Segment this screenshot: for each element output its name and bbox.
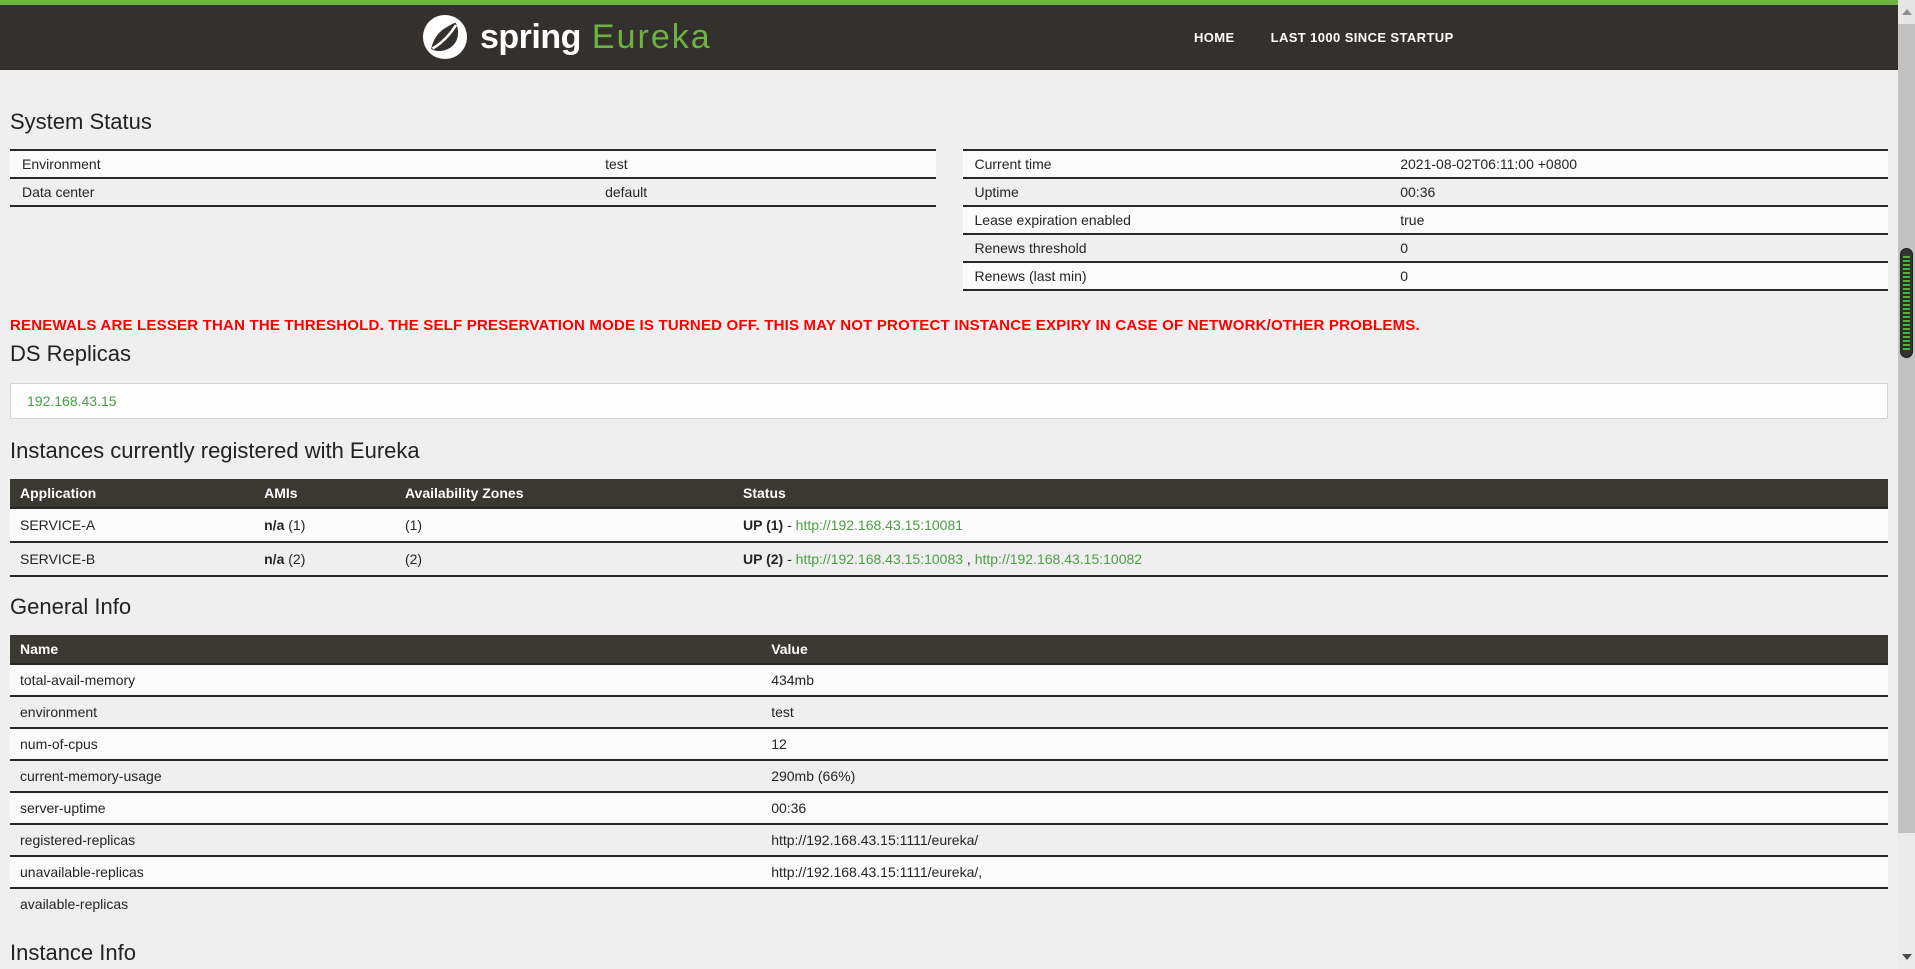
table-row: available-replicas [10,888,1888,919]
kv-value: true [1400,212,1425,228]
info-value [761,888,1888,919]
table-row: Current time 2021-08-02T06:11:00 +0800 [962,150,1888,178]
column-header-name: Name [10,635,762,664]
main-content: System Status Environment test Data cent… [0,110,1915,965]
info-value: http://192.168.43.15:1111/eureka/, [771,864,983,880]
system-status-heading: System Status [10,109,152,134]
zones-cell: (1) [404,517,423,533]
instances-table: Application AMIs Availability Zones Stat… [10,479,1888,577]
scrollbar-track[interactable] [1898,24,1915,833]
table-header-row: Application AMIs Availability Zones Stat… [10,479,1888,508]
system-status-right-table: Current time 2021-08-02T06:11:00 +0800 U… [962,149,1888,291]
kv-label: Renews (last min) [974,268,1087,284]
system-status-left-table: Environment test Data center default [10,149,936,207]
brand-text-spring: spring [480,17,581,56]
table-row: Uptime 00:36 [962,178,1888,206]
info-name: environment [20,704,98,720]
brand-text-eureka: Eureka [591,17,712,56]
info-value: test [771,704,794,720]
column-header-value: Value [761,635,1888,664]
table-row: Renews threshold 0 [962,234,1888,262]
general-info-heading: General Info [10,594,132,619]
info-name: current-memory-usage [20,768,162,784]
table-row: num-of-cpus 12 [10,728,1888,760]
amis-cell: n/a (1) [264,517,306,533]
info-value: 00:36 [771,800,807,816]
vertical-scrollbar[interactable] [1898,0,1915,969]
table-row: SERVICE-B n/a (2) (2) UP (2) - http://19… [10,542,1888,576]
self-preservation-warning: RENEWALS ARE LESSER THAN THE THRESHOLD. … [10,317,1420,334]
info-name: available-replicas [20,896,129,912]
table-row: SERVICE-A n/a (1) (1) UP (1) - http://19… [10,508,1888,542]
triangle-up-icon [1901,9,1912,15]
table-row: Renews (last min) 0 [962,262,1888,290]
table-header-row: Name Value [10,635,1888,664]
column-header-amis: AMIs [254,479,395,508]
instance-info-heading: Instance Info [10,940,136,965]
info-value: 434mb [771,672,814,688]
instance-link[interactable]: http://192.168.43.15:10083 [796,551,963,567]
info-name: unavailable-replicas [20,864,144,880]
scrollbar-thumb-stripes [1903,256,1910,350]
ds-replicas-box: 192.168.43.15 [10,383,1888,419]
application-cell: SERVICE-B [20,551,96,567]
kv-value: 0 [1400,240,1409,256]
status-cell: UP (2) - http://192.168.43.15:10083 , ht… [743,551,1143,567]
table-row: total-avail-memory 434mb [10,664,1888,696]
instance-link[interactable]: http://192.168.43.15:10082 [975,551,1142,567]
instance-link[interactable]: http://192.168.43.15:10081 [796,517,963,533]
table-row: environment test [10,696,1888,728]
column-header-availability-zones: Availability Zones [394,479,733,508]
kv-value: test [605,156,628,172]
table-row: Environment test [10,150,936,178]
info-name: num-of-cpus [20,736,98,752]
kv-label: Current time [974,156,1052,172]
table-row: Lease expiration enabled true [962,206,1888,234]
spring-leaf-icon [422,14,468,60]
scrollbar-thumb[interactable] [1900,248,1913,358]
kv-label: Renews threshold [974,240,1087,256]
general-info-table: Name Value total-avail-memory 434mb envi… [10,635,1888,919]
triangle-down-icon [1901,954,1912,960]
amis-cell: n/a (2) [264,551,306,567]
table-row: current-memory-usage 290mb (66%) [10,760,1888,792]
kv-label: Data center [22,184,95,200]
info-name: total-avail-memory [20,672,136,688]
kv-value: 2021-08-02T06:11:00 +0800 [1400,156,1578,172]
info-name: registered-replicas [20,832,136,848]
table-row: Data center default [10,178,936,206]
ds-replica-link[interactable]: 192.168.43.15 [27,393,117,409]
ds-replicas-heading: DS Replicas [10,341,132,366]
zones-cell: (2) [404,551,423,567]
info-value: http://192.168.43.15:1111/eureka/ [771,832,979,848]
table-row: server-uptime 00:36 [10,792,1888,824]
table-row: registered-replicas http://192.168.43.15… [10,824,1888,856]
kv-label: Uptime [974,184,1019,200]
nav-link-home[interactable]: HOME [1194,30,1235,45]
system-status-tables: Environment test Data center default Cur… [10,149,1888,291]
scroll-down-button[interactable] [1898,945,1915,969]
column-header-status: Status [733,479,1888,508]
kv-value: 0 [1400,268,1409,284]
kv-value: 00:36 [1400,184,1436,200]
info-name: server-uptime [20,800,106,816]
info-value: 290mb (66%) [771,768,856,784]
nav-link-last-1000[interactable]: LAST 1000 SINCE STARTUP [1271,30,1454,45]
brand: spring Eureka [422,14,712,60]
table-row: unavailable-replicas http://192.168.43.1… [10,856,1888,888]
scroll-up-button[interactable] [1898,0,1915,24]
kv-label: Environment [22,156,101,172]
kv-value: default [605,184,648,200]
kv-label: Lease expiration enabled [974,212,1131,228]
column-header-application: Application [10,479,255,508]
top-navbar: spring Eureka HOME LAST 1000 SINCE START… [0,0,1915,70]
status-cell: UP (1) - http://192.168.43.15:10081 [743,517,964,533]
application-cell: SERVICE-A [20,517,96,533]
info-value: 12 [771,736,787,752]
navbar-links: HOME LAST 1000 SINCE STARTUP [1194,5,1454,70]
instances-heading: Instances currently registered with Eure… [10,438,420,463]
